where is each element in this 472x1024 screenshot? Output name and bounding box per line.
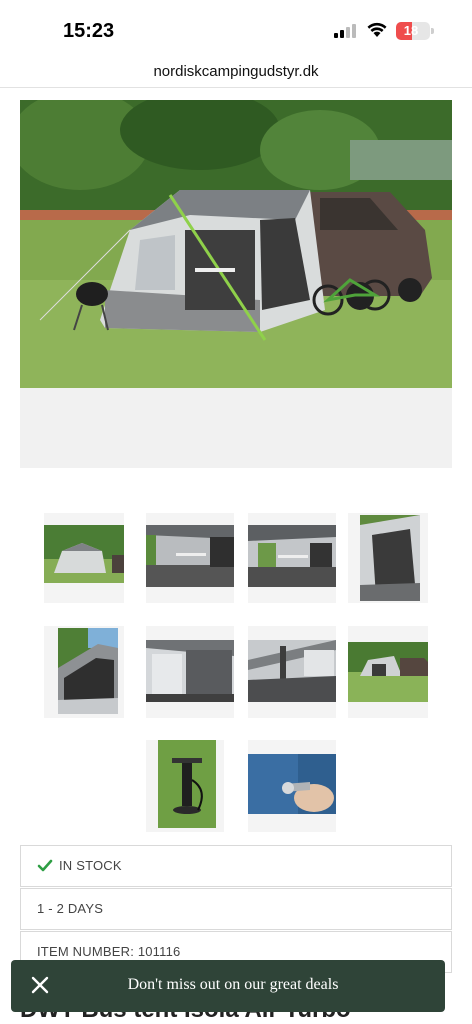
tent-exterior-thumbnail xyxy=(44,525,124,583)
tent-awning-with-van-photo xyxy=(20,100,452,388)
thumbnail-4[interactable] xyxy=(348,513,428,603)
tent-floor-thumbnail xyxy=(248,640,336,702)
stock-status-text: IN STOCK xyxy=(59,858,122,873)
thumbnail-10[interactable] xyxy=(248,740,336,832)
status-bar: 15:23 18 xyxy=(0,0,472,60)
tent-side-view-thumbnail xyxy=(360,515,420,601)
tent-with-van-thumbnail xyxy=(348,642,428,702)
checkmark-icon xyxy=(37,859,53,872)
tent-interior-wide-thumbnail xyxy=(248,525,336,587)
tent-side-panel-thumbnail xyxy=(58,628,118,714)
thumbnail-9[interactable] xyxy=(146,740,224,832)
thumbnail-7[interactable] xyxy=(248,626,336,718)
main-product-image[interactable] xyxy=(20,100,452,468)
delivery-time-box: 1 - 2 DAYS xyxy=(20,888,452,930)
thumbnail-8[interactable] xyxy=(348,626,428,718)
url-text[interactable]: nordiskcampingudstyr.dk xyxy=(0,63,472,80)
air-pump-thumbnail xyxy=(158,740,216,828)
signal-icon xyxy=(334,24,360,38)
thumbnail-3[interactable] xyxy=(248,513,336,603)
stock-status-box: IN STOCK xyxy=(20,845,452,887)
deals-toast: Don't miss out on our great deals xyxy=(11,960,445,1012)
thumbnail-1[interactable] xyxy=(44,513,124,603)
toast-message[interactable]: Don't miss out on our great deals xyxy=(11,976,445,994)
thumbnail-2[interactable] xyxy=(146,513,234,603)
thumbnail-5[interactable] xyxy=(44,626,124,718)
tent-interior-table-thumbnail xyxy=(146,525,234,587)
item-number-text: ITEM NUMBER: 101116 xyxy=(37,944,181,959)
wifi-icon xyxy=(367,22,387,37)
valve-hand-thumbnail xyxy=(248,754,336,814)
battery-level: 18 xyxy=(403,23,419,38)
address-bar[interactable]: nordiskcampingudstyr.dk xyxy=(0,58,472,88)
tent-inner-room-thumbnail xyxy=(146,640,234,702)
battery-tip xyxy=(431,28,434,34)
clock: 15:23 xyxy=(63,20,115,42)
delivery-time-text: 1 - 2 DAYS xyxy=(37,901,104,916)
thumbnail-6[interactable] xyxy=(146,626,234,718)
battery-icon: 18 xyxy=(396,22,430,40)
